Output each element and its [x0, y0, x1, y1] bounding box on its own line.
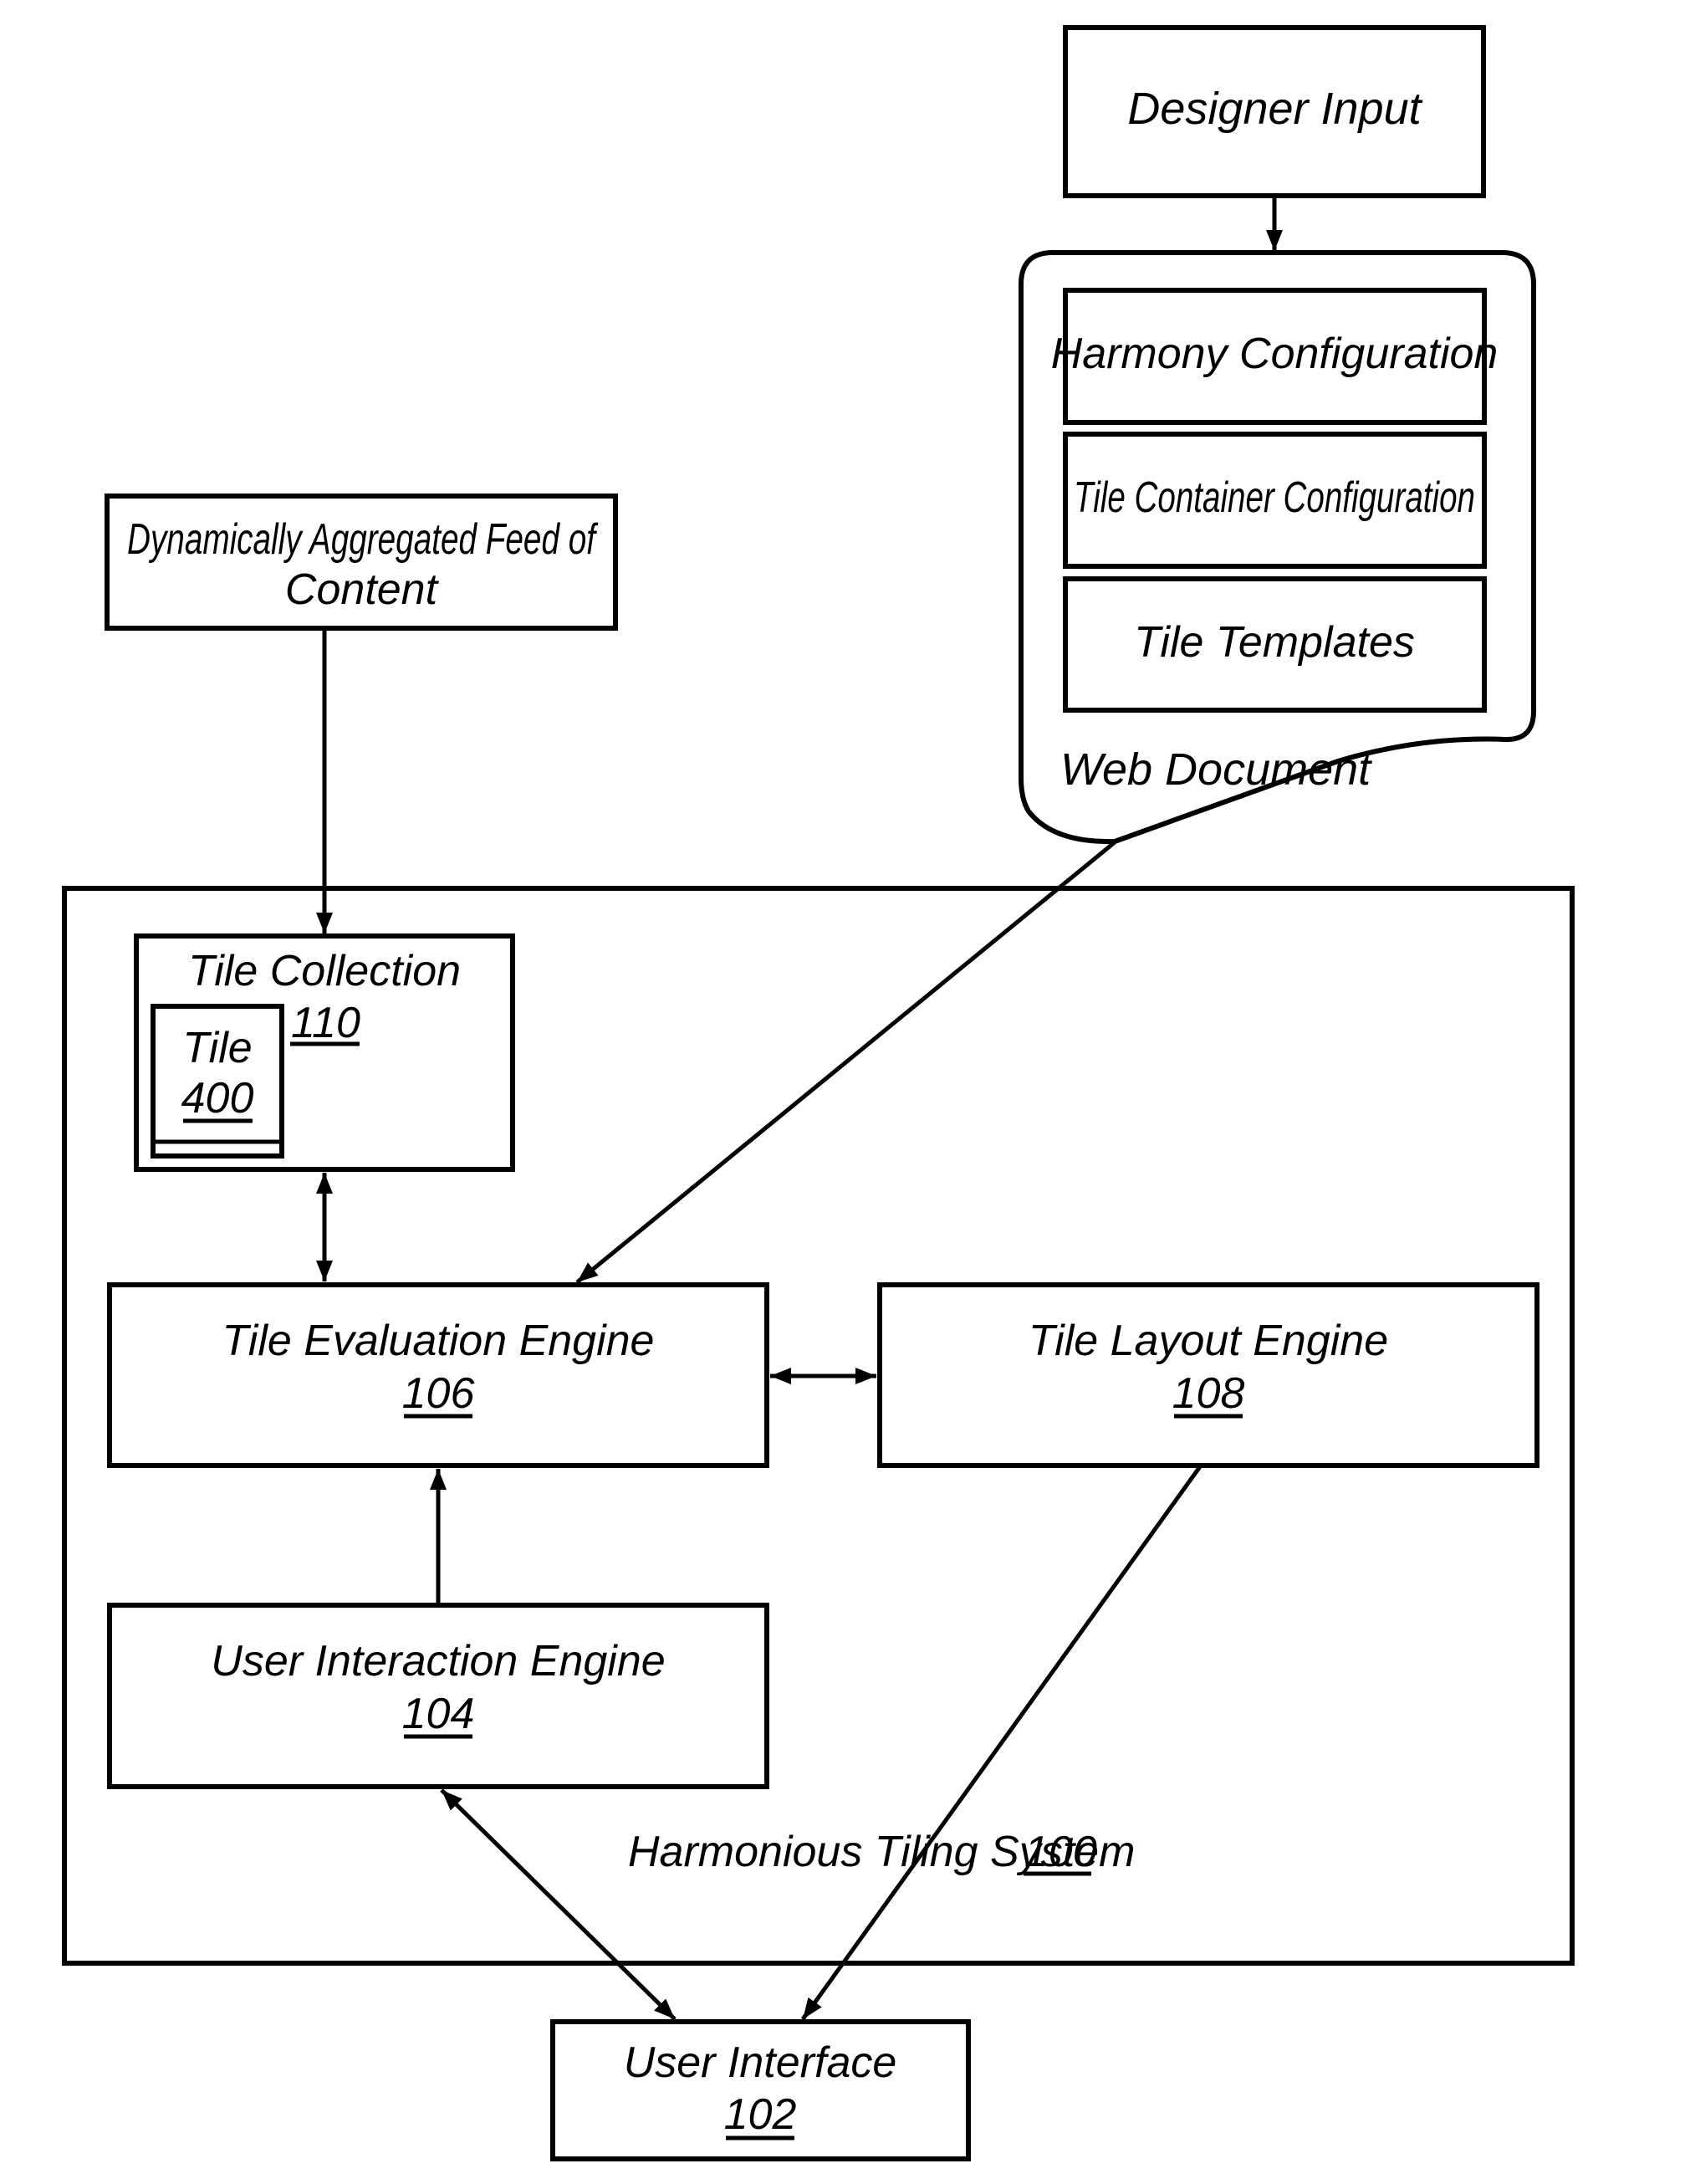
- harmony-config-label: Harmony Configuration: [1051, 330, 1499, 378]
- tile-label: Tile: [182, 1024, 252, 1072]
- user-interface-ref: 102: [724, 2090, 797, 2139]
- interaction-engine-ref: 104: [402, 1690, 475, 1738]
- layout-engine-label: Tile Layout Engine: [1029, 1317, 1388, 1365]
- tile-layout-engine-box: Tile Layout Engine 108: [877, 1282, 1539, 1468]
- designer-input-label: Designer Input: [1127, 84, 1422, 134]
- user-interface-box: User Interface 102: [550, 2019, 971, 2161]
- tile-collection-label: Tile Collection: [188, 947, 461, 995]
- feed-label-line1: Dynamically Aggregated Feed of: [127, 515, 598, 564]
- system-diagram: Designer Input Harmony Configuration Til…: [62, 25, 1575, 2161]
- user-interaction-engine-box: User Interaction Engine 104: [107, 1603, 769, 1789]
- arrow-interaction-ui: [440, 1788, 677, 2021]
- evaluation-engine-label: Tile Evaluation Engine: [222, 1317, 655, 1365]
- interaction-engine-label: User Interaction Engine: [211, 1637, 665, 1685]
- web-document: Harmony Configuration Tile Container Con…: [1019, 250, 1536, 845]
- designer-input-box: Designer Input: [1063, 25, 1486, 198]
- arrow-document-to-evaluation: [575, 841, 1116, 1284]
- web-document-label: Web Document: [1060, 744, 1372, 795]
- evaluation-engine-ref: 106: [402, 1369, 475, 1418]
- user-interface-label: User Interface: [624, 2038, 897, 2087]
- system-ref: 100: [1024, 1828, 1097, 1876]
- feed-box: Dynamically Aggregated Feed of Content: [105, 494, 618, 631]
- arrow-layout-to-ui: [800, 1464, 1203, 2021]
- tile-templates-label: Tile Templates: [1134, 618, 1415, 667]
- tile-ref: 400: [181, 1074, 254, 1123]
- tile-evaluation-engine-box: Tile Evaluation Engine 106: [107, 1282, 769, 1468]
- tile-collection-box: Tile Collection 110 Tile 400: [134, 933, 515, 1172]
- tile-container-config-label: Tile Container Configuration: [1074, 473, 1475, 522]
- layout-engine-ref: 108: [1172, 1369, 1245, 1418]
- tile-collection-ref: 110: [291, 999, 360, 1047]
- feed-label-line2: Content: [285, 565, 440, 614]
